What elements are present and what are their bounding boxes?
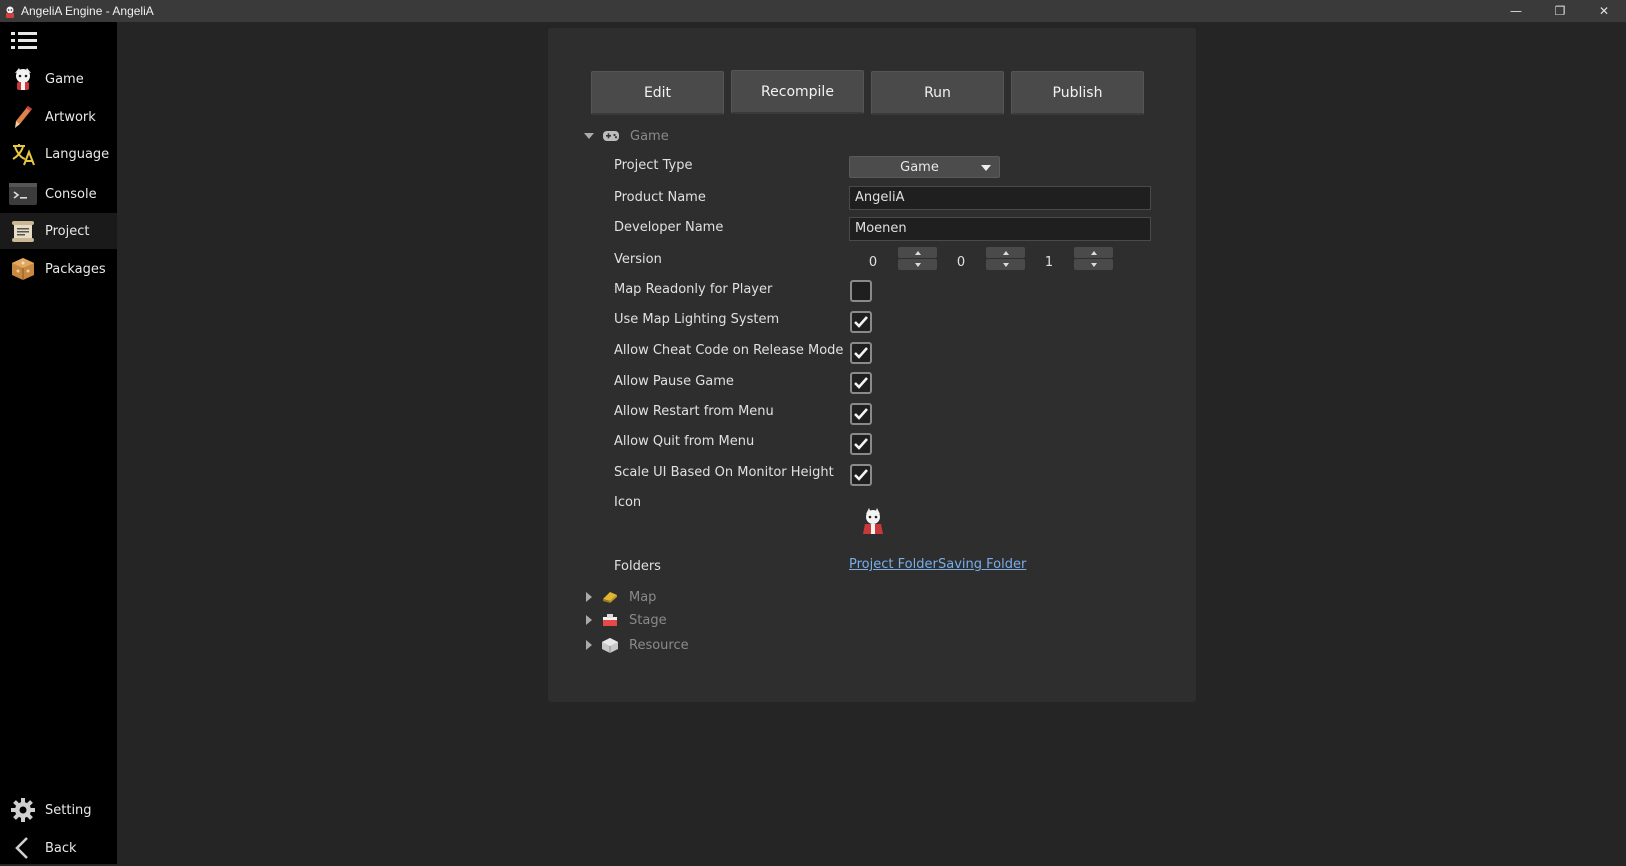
minimize-button[interactable]: — [1494, 0, 1538, 22]
expand-arrow-icon [586, 640, 592, 650]
decrement-icon[interactable] [986, 259, 1025, 270]
window-title: AngeliA Engine - AngeliA [21, 4, 154, 18]
scale-ui-checkbox[interactable] [850, 464, 872, 486]
sidebar-item-label: Artwork [45, 109, 96, 125]
section-label: Stage [629, 612, 667, 628]
decrement-icon[interactable] [898, 259, 937, 270]
sidebar-item-label: Setting [45, 802, 92, 818]
section-stage-header[interactable]: Stage [584, 610, 667, 630]
quit-menu-label: Allow Quit from Menu [614, 434, 755, 449]
product-name-field[interactable]: AngeliA [849, 186, 1151, 210]
resource-icon [601, 637, 619, 653]
developer-name-field[interactable]: Moenen [849, 217, 1151, 241]
restore-button[interactable]: ❐ [1538, 0, 1582, 22]
version-minor-stepper[interactable] [986, 247, 1025, 271]
map-icon [601, 589, 619, 605]
section-map-header[interactable]: Map [584, 587, 656, 607]
run-button[interactable]: Run [871, 71, 1004, 115]
gamepad-icon [602, 128, 620, 144]
cheat-code-checkbox[interactable] [850, 342, 872, 364]
scale-ui-label: Scale UI Based On Monitor Height [614, 465, 834, 480]
version-patch-stepper[interactable] [1074, 247, 1113, 271]
decrement-icon[interactable] [1074, 259, 1113, 270]
artwork-icon [9, 103, 37, 131]
edit-button[interactable]: Edit [591, 71, 724, 115]
game-icon [9, 65, 37, 93]
checkmark-icon [854, 316, 868, 328]
sidebar-item-label: Packages [45, 261, 106, 277]
sidebar-item-label: Back [45, 840, 77, 856]
icon-label: Icon [614, 495, 642, 510]
developer-name-label: Developer Name [614, 220, 724, 235]
checkmark-icon [854, 408, 868, 420]
project-type-label: Project Type [614, 158, 693, 173]
pause-game-label: Allow Pause Game [614, 374, 734, 389]
sidebar-item-label: Project [45, 223, 90, 239]
checkmark-icon [854, 377, 868, 389]
sidebar-item-project[interactable]: Project [0, 213, 117, 249]
project-type-dropdown[interactable]: Game [849, 156, 1000, 178]
project-folder-link[interactable]: Project Folder [849, 557, 938, 572]
checkmark-icon [854, 469, 868, 481]
project-icon [9, 217, 37, 245]
title-bar: AngeliA Engine - AngeliA — ❐ ✕ [0, 0, 1626, 22]
menu-list-icon[interactable] [10, 30, 38, 52]
sidebar-item-label: Console [45, 186, 97, 202]
section-label: Resource [629, 637, 689, 653]
section-resource-header[interactable]: Resource [584, 635, 689, 655]
project-type-value: Game [900, 159, 939, 175]
pause-game-checkbox[interactable] [850, 372, 872, 394]
close-button[interactable]: ✕ [1582, 0, 1626, 22]
map-readonly-checkbox[interactable] [850, 280, 872, 302]
version-minor-value[interactable]: 0 [946, 252, 976, 274]
cheat-code-label: Allow Cheat Code on Release Mode [614, 343, 844, 358]
version-label: Version [614, 252, 662, 267]
back-icon [9, 834, 37, 862]
expand-arrow-icon [586, 615, 592, 625]
sidebar: Game Artwork Language Console Project Pa… [0, 22, 117, 864]
collapse-arrow-icon [584, 133, 594, 139]
product-name-label: Product Name [614, 190, 706, 205]
version-patch-value[interactable]: 1 [1034, 252, 1064, 274]
sidebar-item-back[interactable]: Back [0, 830, 117, 866]
version-major-value[interactable]: 0 [858, 252, 888, 274]
map-readonly-label: Map Readonly for Player [614, 282, 773, 297]
version-major-stepper[interactable] [898, 247, 937, 271]
increment-icon[interactable] [986, 247, 1025, 258]
game-icon-preview[interactable] [858, 506, 888, 536]
checkmark-icon [854, 438, 868, 450]
saving-folder-link[interactable]: Saving Folder [938, 557, 1026, 572]
section-label: Game [630, 128, 669, 144]
sidebar-item-game[interactable]: Game [0, 61, 117, 97]
stage-icon [601, 612, 619, 628]
sidebar-item-artwork[interactable]: Artwork [0, 99, 117, 135]
sidebar-item-console[interactable]: Console [0, 176, 117, 212]
project-settings-panel: Edit Recompile Run Publish Game Project … [548, 28, 1196, 702]
app-logo-icon [3, 4, 17, 18]
language-icon [9, 140, 37, 168]
section-game-header[interactable]: Game [584, 126, 669, 146]
gear-icon [9, 796, 37, 824]
expand-arrow-icon [586, 592, 592, 602]
publish-button[interactable]: Publish [1011, 71, 1144, 115]
sidebar-item-language[interactable]: Language [0, 136, 117, 172]
lighting-checkbox[interactable] [850, 311, 872, 333]
chevron-down-icon [981, 165, 991, 171]
quit-menu-checkbox[interactable] [850, 433, 872, 455]
checkmark-icon [854, 347, 868, 359]
sidebar-item-label: Game [45, 71, 84, 87]
folders-label: Folders [614, 559, 661, 574]
lighting-label: Use Map Lighting System [614, 312, 780, 327]
section-label: Map [629, 589, 657, 605]
packages-icon [9, 255, 37, 283]
sidebar-item-setting[interactable]: Setting [0, 792, 117, 828]
restart-menu-checkbox[interactable] [850, 403, 872, 425]
sidebar-item-label: Language [45, 146, 110, 162]
restart-menu-label: Allow Restart from Menu [614, 404, 774, 419]
increment-icon[interactable] [1074, 247, 1113, 258]
console-icon [9, 180, 37, 208]
increment-icon[interactable] [898, 247, 937, 258]
recompile-button[interactable]: Recompile [731, 70, 864, 114]
sidebar-item-packages[interactable]: Packages [0, 251, 117, 287]
